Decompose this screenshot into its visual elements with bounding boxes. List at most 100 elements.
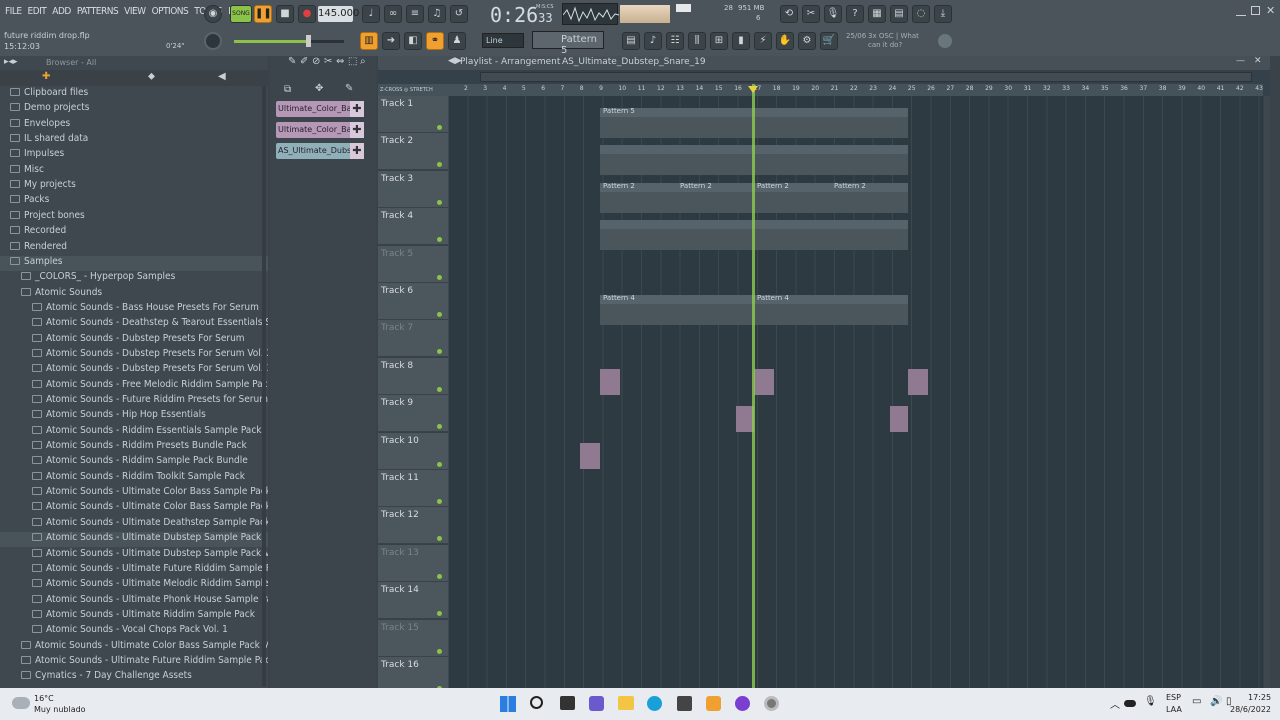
playlist-clip[interactable] [890, 406, 908, 432]
menu-edit[interactable]: EDIT [25, 4, 50, 19]
playlist-clip[interactable]: Pattern 2 [754, 182, 831, 213]
stamp-icon[interactable]: ♟ [448, 32, 466, 50]
pattern-song-toggle[interactable]: ◉ [204, 5, 222, 23]
master-volume-handle[interactable] [306, 35, 311, 47]
browser-scrollbar[interactable] [262, 86, 266, 686]
clip-plus-icon[interactable]: ✚ [350, 143, 364, 159]
clip-plus-icon[interactable]: ✚ [350, 122, 364, 138]
track-enable-led[interactable] [437, 536, 442, 542]
browser-item[interactable]: Atomic Sounds - Dubstep Presets For Seru… [0, 363, 268, 378]
menu-add[interactable]: ADD [49, 4, 74, 19]
track-header[interactable]: Track 12 [378, 507, 448, 545]
loop-record-icon[interactable]: ∞ [384, 5, 402, 23]
browser-item[interactable]: Atomic Sounds - Ultimate Future Riddim S… [0, 563, 268, 578]
tool-slip-icon[interactable]: ⇔ [336, 56, 344, 67]
volume-icon[interactable]: 🔊 [1210, 696, 1222, 707]
playlist-icon[interactable]: ▤ [622, 32, 640, 50]
track-header[interactable]: Track 7 [378, 320, 448, 358]
mic-tray-icon[interactable]: 🎙 [1144, 696, 1157, 707]
track-header[interactable]: Track 5 [378, 245, 448, 283]
playlist-clip[interactable]: Pattern 2 [677, 182, 754, 213]
browser-item[interactable]: Atomic Sounds - Future Riddim Presets fo… [0, 394, 268, 409]
snap-select[interactable]: Line [482, 33, 524, 48]
track-header[interactable]: Track 10 [378, 432, 448, 470]
browser-item[interactable]: Atomic Sounds - Ultimate Deathstep Sampl… [0, 517, 268, 532]
pattern-select[interactable]: Pattern 5 [532, 31, 604, 56]
tool-paint-icon[interactable]: ✐ [300, 56, 308, 67]
browser-item[interactable]: Atomic Sounds - Ultimate Melodic Riddim … [0, 578, 268, 593]
browser-item[interactable]: Packs [0, 194, 268, 209]
master-volume-slider[interactable] [234, 40, 344, 43]
pause-button[interactable]: ❚❚ [254, 5, 272, 23]
track-header[interactable]: Track 11 [378, 470, 448, 507]
save-icon[interactable]: ▤ [890, 5, 908, 23]
cut-icon[interactable]: ✂ [802, 5, 820, 23]
clock-time[interactable]: 17:25 [1248, 693, 1271, 702]
channel-rack-icon[interactable]: ☷ [666, 32, 684, 50]
playlist-clip[interactable]: Pattern 2 [600, 182, 677, 213]
browser-item[interactable]: Atomic Sounds - Ultimate Riddim Sample P… [0, 609, 268, 624]
song-mode-button[interactable]: SONG [230, 5, 252, 23]
vpn-icon[interactable] [735, 696, 750, 711]
playhead-marker-icon[interactable] [748, 86, 758, 93]
browser-item[interactable]: Atomic Sounds - Ultimate Future Riddim S… [0, 655, 268, 670]
track-enable-led[interactable] [437, 573, 442, 579]
clip-plus-icon[interactable]: ✚ [350, 101, 364, 117]
file-explorer-icon[interactable] [618, 696, 634, 710]
help-icon[interactable]: ? [846, 5, 864, 23]
network-icon[interactable]: ▭ [1192, 696, 1201, 707]
playlist-clip[interactable] [754, 369, 774, 395]
window-restore-icon[interactable] [1251, 6, 1260, 15]
language-layout[interactable]: LAA [1166, 705, 1182, 714]
master-pitch-knob[interactable] [204, 32, 222, 50]
window-minimize-icon[interactable] [1236, 6, 1246, 16]
browser-icon[interactable]: ▮ [732, 32, 750, 50]
playlist-scroll-overview[interactable] [480, 72, 1252, 82]
browser-item[interactable]: Atomic Sounds - Ultimate Phonk House Sam… [0, 594, 268, 609]
tool-zoom-icon[interactable]: ⌕ [360, 56, 366, 67]
arrow-icon[interactable]: ➜ [382, 32, 400, 50]
browser-bookmark-icon[interactable]: ⬥ [148, 71, 155, 82]
browser-menu-icon[interactable]: ▸◂▸ [4, 57, 18, 67]
download-icon[interactable]: ⤓ [934, 5, 952, 23]
track-header[interactable]: Track 6 [378, 283, 448, 320]
link-icon[interactable]: ⚭ [426, 32, 444, 50]
playhead-line[interactable] [752, 84, 755, 688]
browser-item[interactable]: Atomic Sounds - Ultimate Color Bass Samp… [0, 640, 268, 655]
track-enable-led[interactable] [437, 386, 442, 392]
marker-icon[interactable]: ◧ [404, 32, 422, 50]
tool-delete-icon[interactable]: ⊘ [312, 56, 320, 67]
browser-item[interactable]: Cymatics - 7 Day Challenge Assets [0, 670, 268, 685]
browser-item[interactable]: Atomic Sounds - Riddim Presets Bundle Pa… [0, 440, 268, 455]
clock-date[interactable]: 28/6/2022 [1230, 705, 1271, 714]
picker-brush-icon[interactable]: ✎ [345, 83, 353, 94]
arrangement-name[interactable]: AS_Ultimate_Dubstep_Snare_19 [562, 57, 706, 67]
browser-item[interactable]: Misc [0, 164, 268, 179]
tempo-display[interactable]: 145.000 [318, 6, 359, 22]
weather-icon[interactable] [12, 697, 30, 709]
browser-item[interactable]: Rendered [0, 241, 268, 256]
browser-item[interactable]: Project bones [0, 210, 268, 225]
browser-item[interactable]: Recorded [0, 225, 268, 240]
tempo-tap-icon[interactable]: ⚙ [798, 32, 816, 50]
browser-item[interactable]: Atomic Sounds - Ultimate Color Bass Samp… [0, 501, 268, 516]
browser-item[interactable]: Atomic Sounds - Ultimate Dubstep Sample … [0, 548, 268, 563]
playlist-close-icon[interactable]: ✕ [1254, 56, 1262, 66]
browser-item[interactable]: Atomic Sounds - Bass House Presets For S… [0, 302, 268, 317]
playlist-clip[interactable] [600, 369, 620, 395]
chrome-icon[interactable] [764, 696, 779, 711]
picker-menu-icon[interactable]: ⧉ [284, 84, 291, 95]
menu-options[interactable]: OPTIONS [149, 4, 192, 19]
playlist-clip[interactable] [580, 443, 600, 469]
search-icon[interactable] [530, 696, 543, 709]
browser-item[interactable]: Atomic Sounds - Riddim Essentials Sample… [0, 425, 268, 440]
browser-item[interactable]: Demo projects [0, 102, 268, 117]
playlist-clip[interactable]: Pattern 4 [754, 294, 908, 325]
browser-item[interactable]: Atomic Sounds - Free Melodic Riddim Samp… [0, 379, 268, 394]
browser-item[interactable]: Atomic Sounds - Dubstep Presets For Seru… [0, 348, 268, 363]
browser-item[interactable]: Atomic Sounds - Riddim Sample Pack Bundl… [0, 455, 268, 470]
browser-title[interactable]: Browser - All [46, 58, 96, 67]
mixer-icon[interactable]: ▦ [868, 5, 886, 23]
cart-icon[interactable]: 🛒 [820, 32, 838, 50]
browser-item[interactable]: Samples [0, 255, 268, 271]
